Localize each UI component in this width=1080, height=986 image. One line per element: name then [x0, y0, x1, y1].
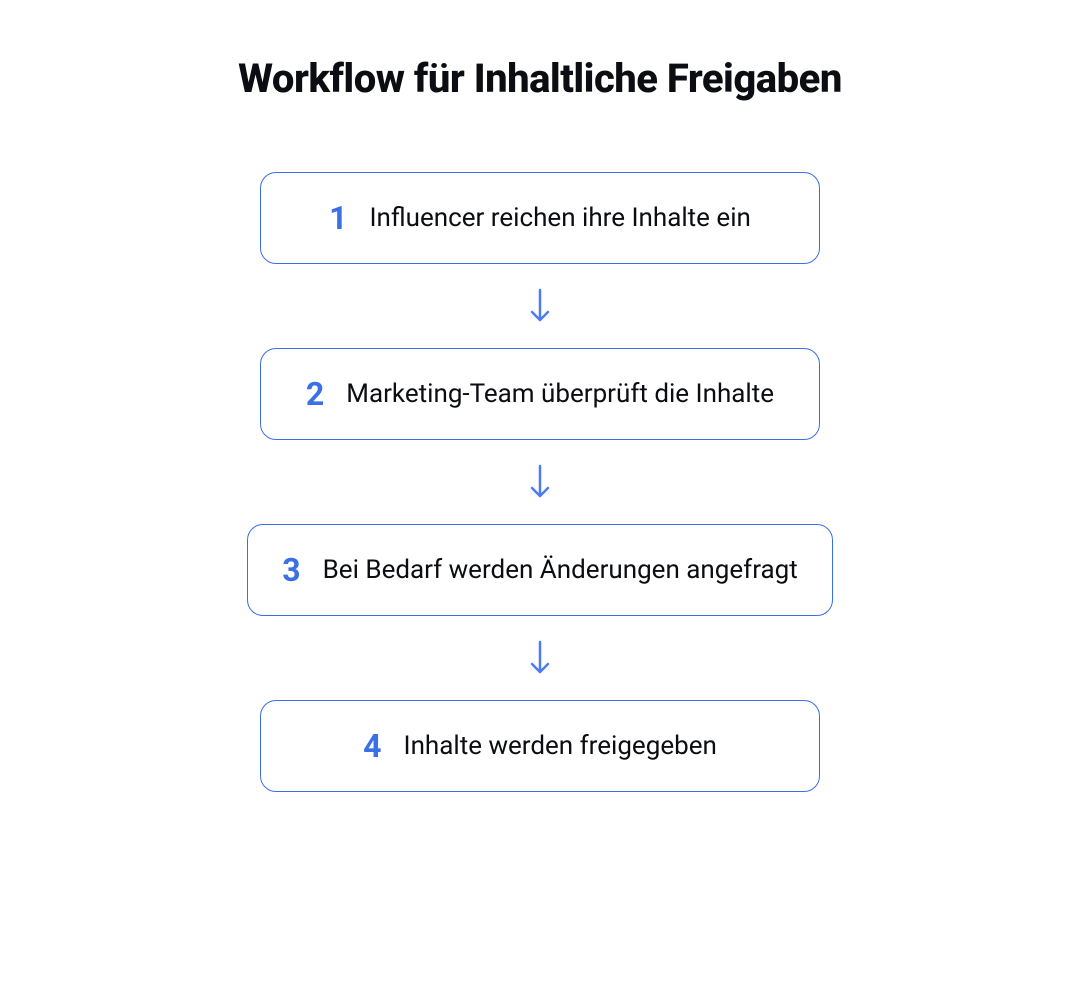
- workflow-step: 3 Bei Bedarf werden Änderungen angefragt: [247, 524, 833, 616]
- step-label: Bei Bedarf werden Änderungen angefragt: [323, 555, 798, 585]
- workflow-step: 4 Inhalte werden freigegeben: [260, 700, 820, 792]
- step-number: 1: [329, 199, 347, 237]
- step-number: 3: [282, 551, 300, 589]
- workflow-step: 2 Marketing-Team überprüft die Inhalte: [260, 348, 820, 440]
- step-number: 2: [306, 375, 324, 413]
- step-number: 4: [363, 727, 381, 765]
- step-label: Influencer reichen ihre Inhalte ein: [369, 203, 750, 233]
- arrow-down-icon: [526, 462, 554, 502]
- page-title: Workflow für Inhaltliche Freigaben: [238, 55, 842, 102]
- step-label: Inhalte werden freigegeben: [404, 731, 717, 761]
- step-label: Marketing-Team überprüft die Inhalte: [346, 379, 774, 409]
- arrow-down-icon: [526, 286, 554, 326]
- arrow-down-icon: [526, 638, 554, 678]
- workflow-container: 1 Influencer reichen ihre Inhalte ein 2 …: [247, 172, 833, 792]
- workflow-step: 1 Influencer reichen ihre Inhalte ein: [260, 172, 820, 264]
